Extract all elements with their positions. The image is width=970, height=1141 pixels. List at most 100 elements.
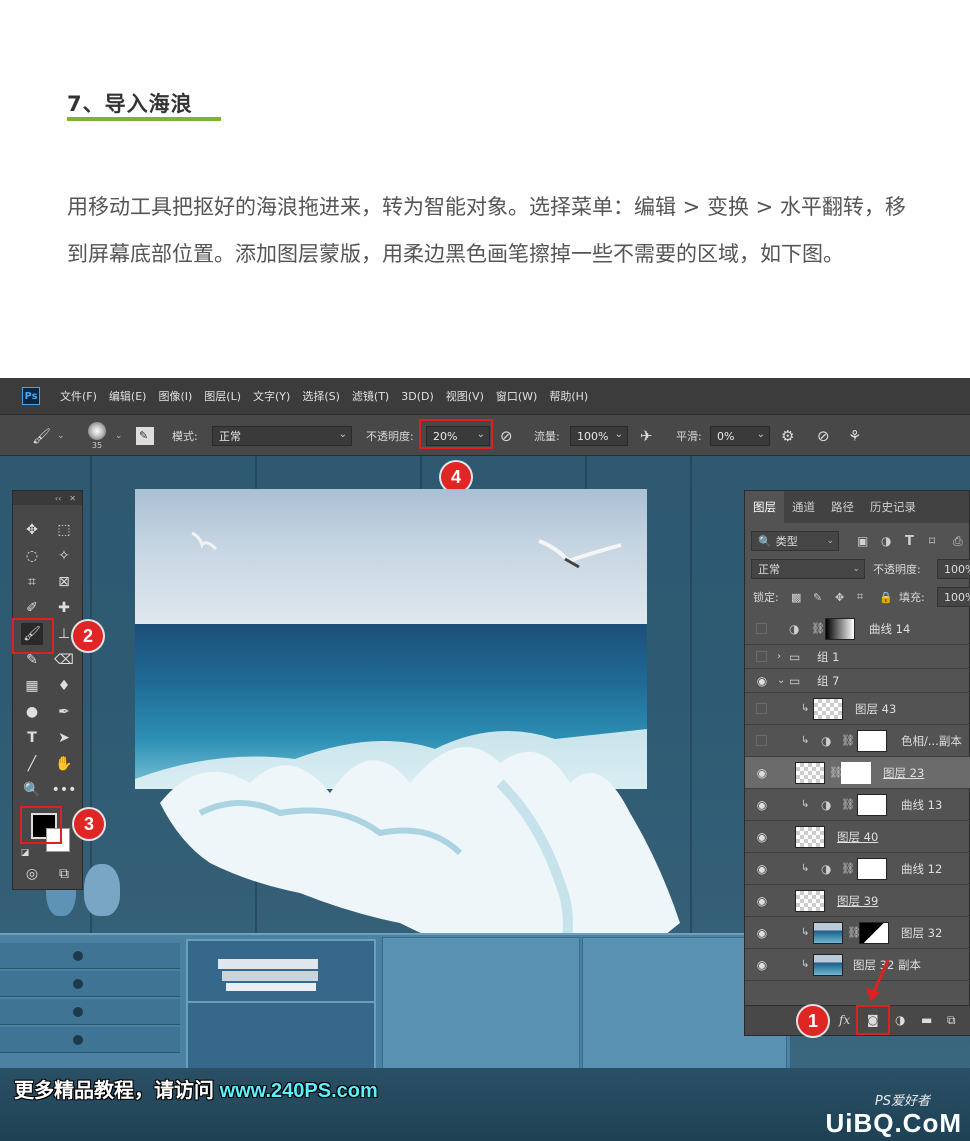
flow-field[interactable]: 100% ⌄ <box>570 426 628 446</box>
menu-edit[interactable]: 编辑(E) <box>109 388 147 404</box>
filter-type-icon[interactable]: T <box>905 534 914 549</box>
new-adjustment-icon[interactable]: ◑ <box>895 1013 905 1027</box>
path-selection-tool-icon[interactable]: ➤ <box>53 727 75 749</box>
menu-select[interactable]: 选择(S) <box>302 388 340 404</box>
mode-select[interactable]: 正常 ⌄ <box>212 426 352 446</box>
zoom-tool-icon[interactable]: 🔍 <box>21 779 43 801</box>
layer-row-layer-40[interactable]: ◉ 图层 40 <box>745 821 970 853</box>
layer-row-group-7[interactable]: ◉ ⌄ ▭ 组 7 <box>745 669 970 693</box>
menu-file[interactable]: 文件(F) <box>60 388 97 404</box>
layer-row-layer-43[interactable]: ↳ 图层 43 <box>745 693 970 725</box>
move-tool-icon[interactable]: ✥ <box>21 519 43 541</box>
brush-settings-toggle[interactable]: ✎ <box>136 415 154 457</box>
layer-opacity-field[interactable]: 100% <box>937 559 970 579</box>
layer-filter-select[interactable]: 🔍 类型 ⌄ <box>751 531 839 551</box>
layer-thumbnail[interactable] <box>813 953 843 976</box>
tab-channels[interactable]: 通道 <box>784 499 823 523</box>
dodge-tool-icon[interactable]: ● <box>21 701 43 723</box>
lock-artboard-icon[interactable]: ⌗ <box>857 590 863 604</box>
new-group-icon[interactable]: ▬ <box>921 1013 932 1027</box>
default-colors-icon[interactable]: ◪ <box>19 847 31 859</box>
layer-thumbnail[interactable] <box>813 697 843 720</box>
layer-row-curves-13[interactable]: ◉ ↳ ◑ ⛓ 曲线 13 <box>745 789 970 821</box>
menu-layer[interactable]: 图层(L) <box>204 388 241 404</box>
smart-object-thumbnail[interactable] <box>795 761 825 784</box>
layer-row-layer-23[interactable]: ◉ ⛓ 图层 23 <box>745 757 970 789</box>
smart-object-thumbnail[interactable] <box>795 825 825 848</box>
smart-object-thumbnail[interactable] <box>795 889 825 912</box>
menu-window[interactable]: 窗口(W) <box>496 388 537 404</box>
layer-row-hue-copy[interactable]: ↳ ◑ ⛓ 色相/...副本 <box>745 725 970 757</box>
blend-mode-select[interactable]: 正常 ⌄ <box>751 559 865 579</box>
smoothing-field[interactable]: 0% ⌄ <box>710 426 770 446</box>
gradient-tool-icon[interactable]: ▦ <box>21 675 43 697</box>
clone-stamp-tool-icon[interactable]: ⊥ <box>53 623 75 645</box>
visibility-toggle[interactable] <box>756 623 767 634</box>
tab-paths[interactable]: 路径 <box>823 499 862 523</box>
pressure-size-toggle[interactable]: ⊘ <box>817 415 830 457</box>
lock-image-icon[interactable]: ✎ <box>813 591 822 604</box>
healing-brush-tool-icon[interactable]: ✚ <box>53 597 75 619</box>
menu-image[interactable]: 图像(I) <box>158 388 192 404</box>
marquee-tool-icon[interactable]: ⬚ <box>53 519 75 541</box>
filter-smart-icon[interactable]: ⎙ <box>953 534 963 549</box>
brush-size-picker[interactable]: 35 <box>88 415 106 457</box>
hand-tool-icon[interactable]: ✋ <box>53 753 75 775</box>
layer-row-layer-32[interactable]: ◉ ↳ ⛓ 图层 32 <box>745 917 970 949</box>
lock-transparent-icon[interactable]: ▩ <box>791 591 801 604</box>
more-tools-icon[interactable]: ••• <box>52 779 77 801</box>
filter-shape-icon[interactable]: ⌑ <box>929 534 935 548</box>
layer-row-group-1[interactable]: › ▭ 组 1 <box>745 645 970 669</box>
tab-layers[interactable]: 图层 <box>745 491 784 523</box>
frame-tool-icon[interactable]: ⊠ <box>53 571 75 593</box>
smoothing-settings[interactable]: ⚙ <box>781 415 794 457</box>
fill-field[interactable]: 100% <box>937 587 970 607</box>
layer-mask-thumbnail[interactable] <box>841 761 871 784</box>
type-tool-icon[interactable]: T <box>21 727 43 749</box>
symmetry-toggle[interactable]: ⚘ <box>848 415 861 457</box>
eraser-tool-icon[interactable]: ⌫ <box>53 649 75 671</box>
visibility-toggle[interactable] <box>756 703 767 714</box>
eye-icon[interactable]: ◉ <box>755 894 769 908</box>
quick-mask-icon[interactable]: ◎ <box>21 863 43 885</box>
eye-icon[interactable]: ◉ <box>755 830 769 844</box>
promo-url[interactable]: www.240PS.com <box>220 1080 378 1102</box>
eye-icon[interactable]: ◉ <box>755 862 769 876</box>
blur-tool-icon[interactable]: ♦ <box>53 675 75 697</box>
filter-pixel-icon[interactable]: ▣ <box>857 534 868 548</box>
lock-position-icon[interactable]: ✥ <box>835 591 844 604</box>
layer-mask-thumbnail[interactable] <box>825 617 855 640</box>
lock-all-icon[interactable]: 🔒 <box>879 591 893 604</box>
lasso-tool-icon[interactable]: ◌ <box>21 545 43 567</box>
menu-type[interactable]: 文字(Y) <box>253 388 290 404</box>
layer-row-curves-12[interactable]: ◉ ↳ ◑ ⛓ 曲线 12 <box>745 853 970 885</box>
menu-view[interactable]: 视图(V) <box>446 388 484 404</box>
layer-row-curves-14[interactable]: ◑ ⛓ 曲线 14 <box>745 613 970 645</box>
layer-row-layer-32-copy[interactable]: ◉ ↳ 图层 32 副本 <box>745 949 970 981</box>
crop-tool-icon[interactable]: ⌗ <box>21 571 43 593</box>
close-icon[interactable]: ✕ <box>69 494 76 503</box>
menu-filter[interactable]: 滤镜(T) <box>352 388 389 404</box>
pen-tool-icon[interactable]: ✒ <box>53 701 75 723</box>
eyedropper-tool-icon[interactable]: ✐ <box>21 597 43 619</box>
brush-picker-chevron[interactable]: ⌄ <box>115 415 123 457</box>
layer-row-layer-39[interactable]: ◉ 图层 39 <box>745 885 970 917</box>
layer-mask-thumbnail[interactable] <box>859 921 889 944</box>
magic-wand-tool-icon[interactable]: ✧ <box>53 545 75 567</box>
menu-help[interactable]: 帮助(H) <box>549 388 588 404</box>
filter-adjustment-icon[interactable]: ◑ <box>881 534 891 548</box>
line-tool-icon[interactable]: ╱ <box>21 753 43 775</box>
new-layer-icon[interactable]: ⧉ <box>947 1013 956 1028</box>
eye-icon[interactable]: ◉ <box>755 958 769 972</box>
visibility-toggle[interactable] <box>756 651 767 662</box>
eye-icon[interactable]: ◉ <box>755 798 769 812</box>
fx-button[interactable]: fx <box>839 1013 850 1027</box>
layer-mask-thumbnail[interactable] <box>857 857 887 880</box>
brush-tool-preset[interactable]: 🖌 ⌄ <box>32 415 65 457</box>
chevron-right-icon[interactable]: › <box>777 651 781 662</box>
visibility-toggle[interactable] <box>756 735 767 746</box>
opacity-pressure-toggle[interactable]: ⊘ <box>500 415 513 457</box>
eye-icon[interactable]: ◉ <box>755 926 769 940</box>
chevron-down-icon[interactable]: ⌄ <box>777 675 785 686</box>
layer-thumbnail[interactable] <box>813 921 843 944</box>
